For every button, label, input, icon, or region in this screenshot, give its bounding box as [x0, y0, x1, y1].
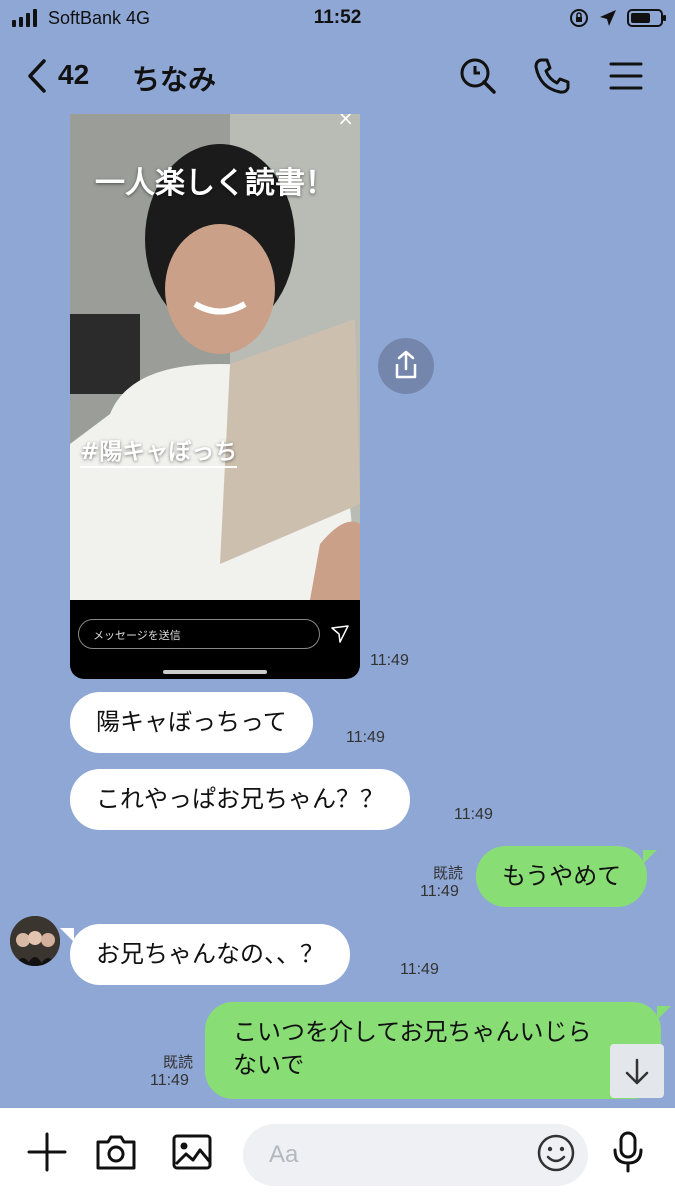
status-bar: SoftBank 4G 11:52 — [0, 0, 675, 38]
message-time: 11:49 — [150, 1072, 189, 1089]
arrow-down-icon — [625, 1058, 649, 1085]
shared-story-image[interactable]: × 一人楽しく読書！ #陽キャぼっち メッセージを送信 — [70, 114, 360, 679]
story-caption: 一人楽しく読書！ — [95, 166, 335, 201]
message-time: 11:49 — [420, 883, 459, 900]
back-chevron-icon[interactable] — [26, 58, 48, 94]
plus-icon[interactable] — [25, 1130, 69, 1174]
camera-icon[interactable] — [94, 1130, 138, 1174]
screen-lock-icon — [570, 9, 588, 27]
story-hashtag: #陽キャぼっち — [80, 432, 238, 468]
avatar[interactable] — [10, 916, 60, 966]
read-receipt: 既読 — [433, 864, 464, 882]
message-bubble-incoming[interactable]: これやっぱお兄ちゃん？？ — [70, 769, 410, 830]
message-text: こいつを介してお兄ちゃんいじら — [233, 1018, 592, 1046]
phone-icon[interactable] — [532, 56, 572, 96]
send-icon — [331, 625, 349, 643]
message-bubble-incoming[interactable]: お兄ちゃんなの、、？ — [60, 924, 350, 985]
message-time: 11:49 — [400, 961, 439, 978]
share-button[interactable] — [378, 338, 434, 394]
microphone-icon[interactable] — [606, 1130, 650, 1174]
message-bubble-incoming[interactable]: 陽キャぼっちって — [70, 692, 313, 753]
close-icon: × — [337, 114, 354, 130]
home-indicator — [163, 670, 267, 674]
emoji-icon[interactable] — [536, 1133, 576, 1173]
message-bubble-outgoing[interactable]: こいつを介してお兄ちゃんいじら ないで — [205, 1002, 671, 1099]
location-icon — [600, 10, 616, 26]
message-bubble-outgoing[interactable]: もうやめて — [476, 846, 658, 907]
scroll-to-bottom-button[interactable] — [610, 1044, 664, 1098]
share-icon — [395, 350, 417, 379]
message-time: 11:49 — [346, 729, 385, 746]
image-icon[interactable] — [170, 1130, 214, 1174]
message-time: 11:49 — [370, 652, 409, 669]
message-text: これやっぱお兄ちゃん？？ — [96, 785, 384, 813]
status-icons — [569, 8, 666, 28]
unread-count[interactable]: 42 — [58, 59, 89, 91]
chat-header: 42 ちなみ — [0, 38, 675, 114]
search-icon[interactable] — [458, 56, 498, 96]
menu-icon[interactable] — [606, 56, 646, 96]
message-text: 陽キャぼっちって — [96, 708, 287, 736]
story-reply-field: メッセージを送信 — [78, 619, 320, 649]
message-text: もうやめて — [502, 862, 622, 890]
message-text: お兄ちゃんなの、、？ — [96, 940, 324, 968]
message-time: 11:49 — [454, 806, 493, 823]
message-text: ないで — [233, 1051, 305, 1079]
battery-icon — [627, 9, 666, 27]
chat-title: ちなみ — [132, 63, 217, 96]
read-receipt: 既読 — [163, 1053, 194, 1071]
